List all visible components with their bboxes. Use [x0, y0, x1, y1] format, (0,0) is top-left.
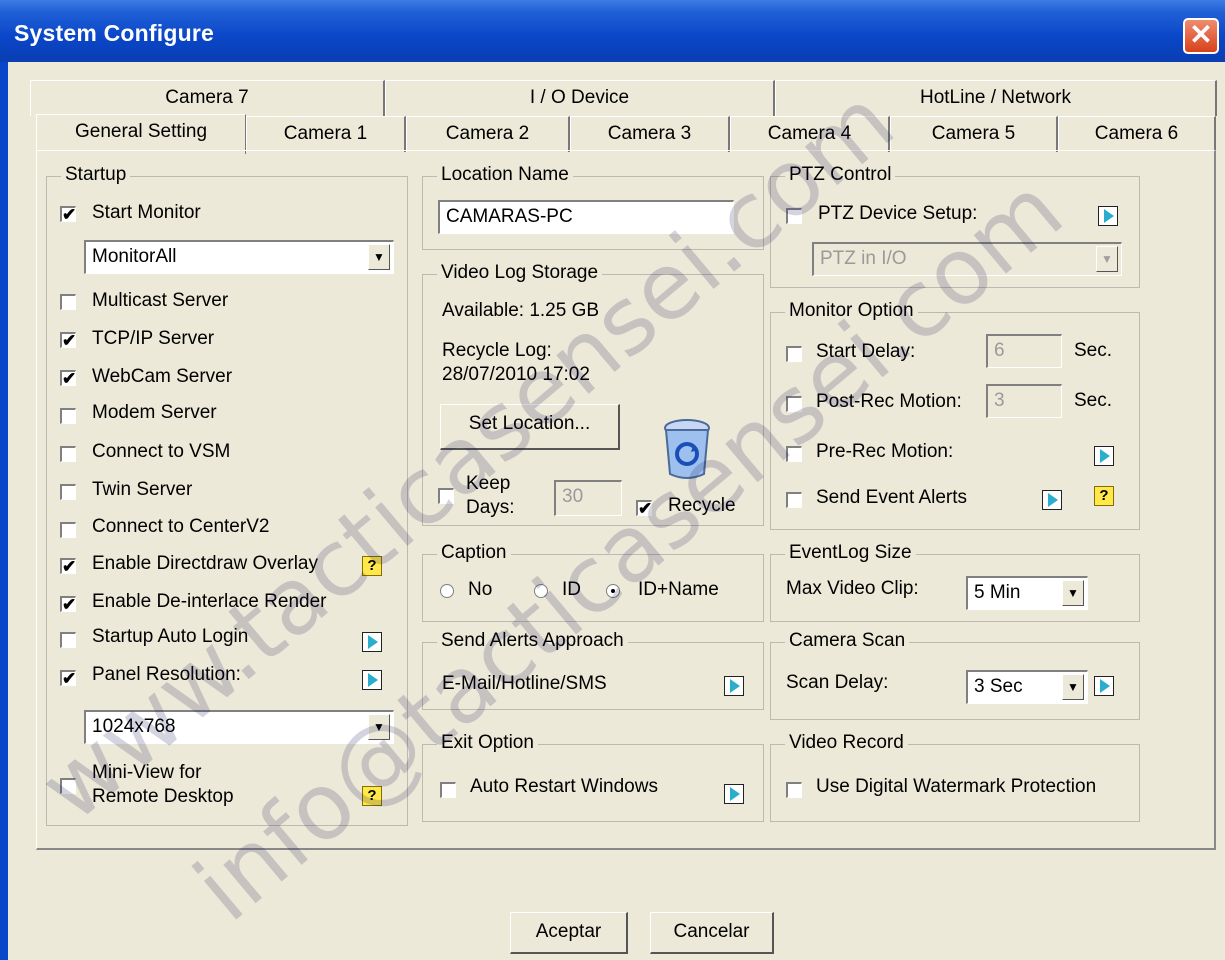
watermark-protection-checkbox[interactable]: [786, 782, 802, 798]
tab-camera-6[interactable]: Camera 6: [1058, 116, 1216, 152]
start-delay-unit: Sec.: [1074, 340, 1113, 361]
tab-camera-5[interactable]: Camera 5: [890, 116, 1058, 152]
max-video-clip-label: Max Video Clip:: [786, 578, 919, 599]
accept-button[interactable]: Aceptar: [510, 912, 628, 954]
play-arrow-icon[interactable]: [1042, 490, 1062, 510]
start-monitor-label: Start Monitor: [92, 202, 201, 223]
chevron-down-icon[interactable]: ▼: [1096, 246, 1118, 272]
storage-title: Video Log Storage: [437, 262, 603, 284]
caption-no-radio[interactable]: [440, 584, 454, 598]
location-title: Location Name: [437, 164, 573, 186]
webcam-server-checkbox[interactable]: ✔: [60, 370, 76, 387]
tab-camera-2[interactable]: Camera 2: [406, 116, 570, 152]
start-monitor-checkbox[interactable]: ✔: [60, 206, 76, 223]
post-rec-unit: Sec.: [1074, 390, 1113, 411]
auto-restart-label: Auto Restart Windows: [470, 776, 658, 797]
video-record-title: Video Record: [785, 732, 908, 754]
tab-camera-1[interactable]: Camera 1: [246, 116, 406, 152]
chevron-down-icon[interactable]: ▼: [1062, 674, 1084, 700]
connect-centerv2-label: Connect to CenterV2: [92, 516, 270, 537]
webcam-server-label: WebCam Server: [92, 366, 233, 387]
chevron-down-icon[interactable]: ▼: [1062, 580, 1084, 606]
system-configure-window: System Configure ✕ Camera 7 I / O Device…: [0, 0, 1225, 960]
play-arrow-icon[interactable]: [724, 784, 744, 804]
monitor-select[interactable]: MonitorAll: [84, 240, 394, 274]
tab-camera-3[interactable]: Camera 3: [570, 116, 730, 152]
tab-io-device[interactable]: I / O Device: [385, 80, 775, 116]
send-event-alerts-checkbox[interactable]: [786, 492, 802, 508]
title-bar[interactable]: System Configure ✕: [0, 0, 1225, 62]
play-arrow-icon[interactable]: [1098, 206, 1118, 226]
startup-auto-login-checkbox[interactable]: [60, 632, 76, 648]
eventlog-title: EventLog Size: [785, 542, 916, 564]
send-event-alerts-label: Send Event Alerts: [816, 487, 968, 508]
startup-title: Startup: [61, 164, 131, 186]
auto-restart-checkbox[interactable]: [440, 782, 456, 798]
play-arrow-icon[interactable]: [362, 632, 382, 652]
multicast-server-label: Multicast Server: [92, 290, 229, 311]
tab-general-setting[interactable]: General Setting: [36, 114, 246, 154]
play-arrow-icon[interactable]: [1094, 676, 1114, 696]
connect-centerv2-checkbox[interactable]: [60, 522, 76, 538]
play-arrow-icon[interactable]: [1094, 446, 1114, 466]
watermark-protection-label: Use Digital Watermark Protection: [816, 776, 1097, 797]
connect-vsm-label: Connect to VSM: [92, 441, 231, 462]
help-icon[interactable]: ?: [1094, 486, 1114, 506]
directdraw-overlay-checkbox[interactable]: ✔: [60, 558, 76, 575]
window-title: System Configure: [14, 20, 215, 46]
deinterlace-render-checkbox[interactable]: ✔: [60, 596, 76, 613]
cancel-button[interactable]: Cancelar: [650, 912, 774, 954]
post-rec-input[interactable]: 3: [986, 384, 1062, 418]
tab-camera-7[interactable]: Camera 7: [30, 80, 385, 116]
start-delay-input[interactable]: 6: [986, 334, 1062, 368]
chevron-down-icon[interactable]: ▼: [368, 244, 390, 270]
twin-server-label: Twin Server: [92, 479, 193, 500]
connect-vsm-checkbox[interactable]: [60, 446, 76, 462]
scan-delay-label: Scan Delay:: [786, 672, 889, 693]
camera-scan-title: Camera Scan: [785, 630, 910, 652]
tcpip-server-label: TCP/IP Server: [92, 328, 215, 349]
window-border: [0, 62, 8, 960]
panel-resolution-checkbox[interactable]: ✔: [60, 670, 76, 687]
close-button[interactable]: ✕: [1183, 18, 1219, 54]
modem-server-label: Modem Server: [92, 402, 217, 423]
modem-server-checkbox[interactable]: [60, 408, 76, 424]
twin-server-checkbox[interactable]: [60, 484, 76, 500]
tcpip-server-checkbox[interactable]: ✔: [60, 332, 76, 349]
play-arrow-icon[interactable]: [724, 676, 744, 696]
multicast-server-checkbox[interactable]: [60, 294, 76, 310]
caption-title: Caption: [437, 542, 511, 564]
